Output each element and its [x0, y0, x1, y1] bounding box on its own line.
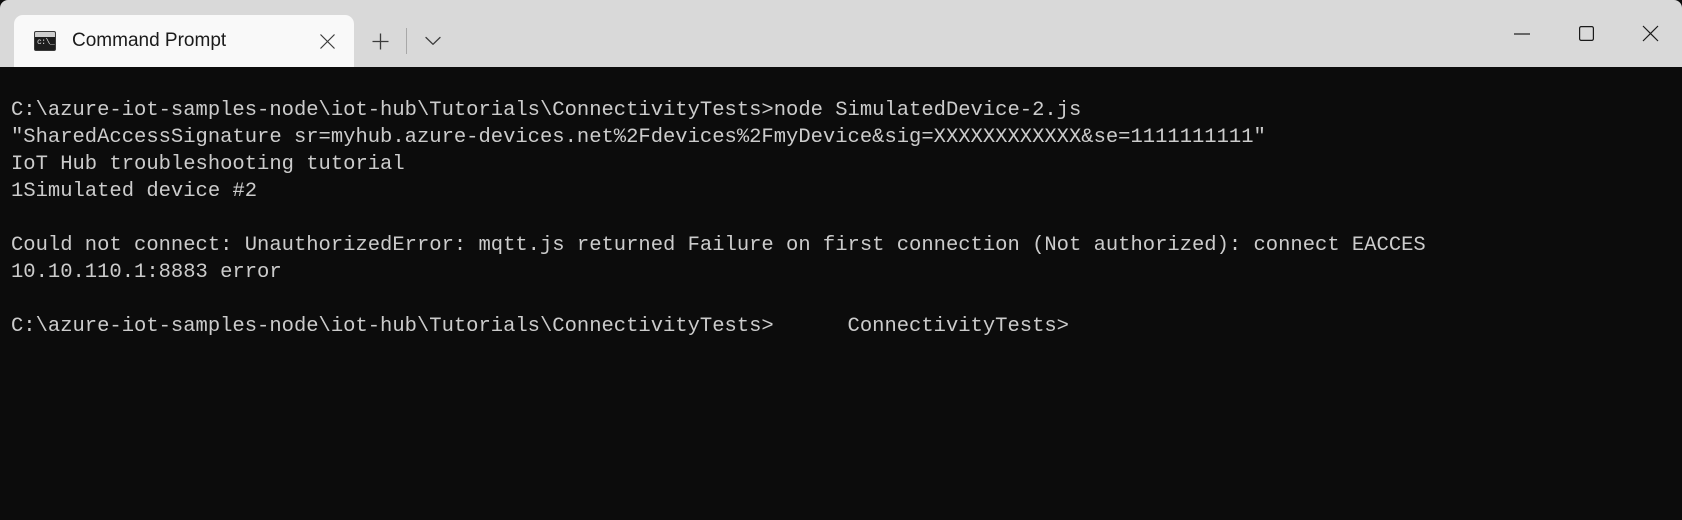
- tab-actions-divider: [406, 28, 407, 54]
- terminal-line: "SharedAccessSignature sr=myhub.azure-de…: [11, 126, 1266, 149]
- title-bar: Command Prompt: [0, 0, 1682, 67]
- terminal-line: Could not connect: UnauthorizedError: mq…: [11, 234, 1426, 257]
- terminal-line: Simulated device #2: [23, 180, 258, 203]
- tab-command-prompt[interactable]: Command Prompt: [14, 15, 354, 67]
- render-artifact-glyph: 1: [11, 180, 24, 203]
- terminal-line: C:\azure-iot-samples-node\iot-hub\Tutori…: [11, 99, 1082, 122]
- terminal-window: Command Prompt: [0, 0, 1682, 520]
- terminal-prompt-line: C:\azure-iot-samples-node\iot-hub\Tutori…: [11, 315, 1069, 338]
- close-tab-icon[interactable]: [310, 24, 344, 58]
- new-tab-icon[interactable]: [360, 23, 400, 59]
- maximize-icon[interactable]: [1554, 0, 1618, 67]
- terminal-line: 10.10.110.1:8883 error: [11, 261, 282, 284]
- tab-title: Command Prompt: [72, 30, 227, 51]
- command-prompt-icon: [34, 31, 56, 51]
- tab-strip: Command Prompt: [0, 0, 453, 67]
- tab-strip-actions: [354, 15, 453, 67]
- minimize-icon[interactable]: [1490, 0, 1554, 67]
- chevron-down-icon[interactable]: [413, 23, 453, 59]
- terminal-line: IoT Hub troubleshooting tutorial: [11, 153, 405, 176]
- terminal-line-with-artifact: 1Simulated device #2: [11, 178, 1682, 205]
- terminal-output-area[interactable]: C:\azure-iot-samples-node\iot-hub\Tutori…: [0, 67, 1682, 520]
- close-window-icon[interactable]: [1618, 0, 1682, 67]
- window-controls: [1490, 0, 1682, 67]
